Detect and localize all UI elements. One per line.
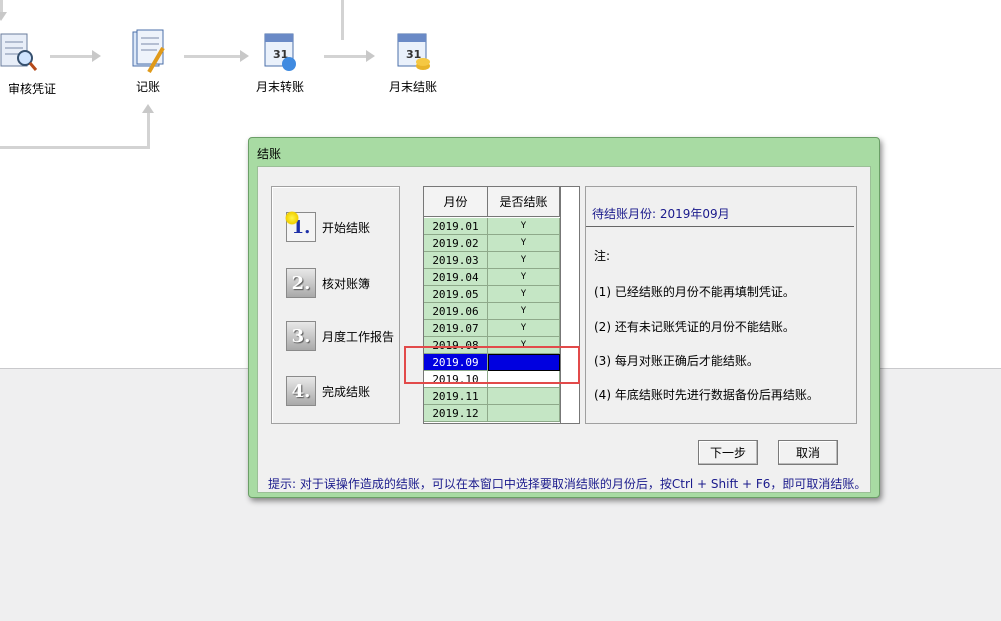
notes-panel: 待结账月份: 2019年09月 注: (1) 已经结账的月份不能再填制凭证。 (… (585, 186, 857, 424)
flow-node-label: 月末结账 (388, 80, 437, 94)
column-header-closed: 是否结账 (488, 187, 560, 217)
table-row[interactable]: 2019.03 Y (424, 252, 560, 269)
table-row[interactable]: 2019.06 Y (424, 303, 560, 320)
flow-arrow (92, 50, 101, 62)
step-number-icon: 4. (286, 376, 316, 406)
table-row[interactable]: 2019.05 Y (424, 286, 560, 303)
step-label: 完成结账 (322, 384, 371, 399)
step-check-ledgers: 2. 核对账簿 (286, 267, 370, 299)
audit-voucher-icon (0, 30, 39, 76)
table-row[interactable]: 2019.02 Y (424, 235, 560, 252)
note-item: (4) 年底结账时先进行数据备份后再结账。 (594, 388, 819, 402)
step-label: 核对账簿 (322, 276, 371, 291)
closed-status-cell (488, 405, 560, 422)
month-cell: 2019.12 (424, 405, 488, 422)
notes-title: 注: (594, 249, 611, 263)
note-item: (1) 已经结账的月份不能再填制凭证。 (594, 285, 795, 299)
closed-status-cell: Y (488, 252, 560, 269)
flow-arrow (142, 104, 154, 113)
calendar-transfer-icon: 31 (259, 28, 301, 74)
table-header: 月份 是否结账 (424, 187, 560, 217)
cancel-button[interactable]: 取消 (778, 440, 838, 465)
flow-connector (0, 0, 3, 12)
flow-connector (147, 112, 150, 149)
column-header-month: 月份 (424, 187, 488, 217)
month-cell: 2019.06 (424, 303, 488, 320)
note-item: (2) 还有未记账凭证的月份不能结账。 (594, 320, 795, 334)
steps-panel: 1. 开始结账 2. 核对账簿 3. 月度工作报告 4. 完成结账 (271, 186, 400, 424)
dialog-body: 1. 开始结账 2. 核对账簿 3. 月度工作报告 4. 完成结账 月份 是否结… (257, 166, 871, 493)
flow-connector (184, 55, 240, 58)
close-period-dialog: 结账 1. 开始结账 2. 核对账簿 3. 月度工作报告 4. 完成结账 月份 (248, 137, 880, 498)
month-status-table: 月份 是否结账 2019.01 Y 2019.02 Y 2019.03 Y 2019.04 Y… (423, 186, 580, 424)
step-finish-closing: 4. 完成结账 (286, 375, 370, 407)
flow-arrow (0, 12, 7, 21)
step-monthly-report: 3. 月度工作报告 (286, 320, 394, 352)
closed-status-cell: Y (488, 286, 560, 303)
post-ledger-icon (127, 28, 169, 74)
closed-status-cell: Y (488, 235, 560, 252)
flow-node-audit[interactable]: 审核凭证 (0, 30, 58, 97)
flow-node-label: 审核凭证 (7, 82, 56, 96)
month-cell: 2019.03 (424, 252, 488, 269)
step-label: 开始结账 (322, 220, 371, 235)
highlight-annotation-box (404, 346, 580, 384)
month-cell: 2019.11 (424, 388, 488, 405)
step-number-icon: 2. (286, 268, 316, 298)
month-cell: 2019.02 (424, 235, 488, 252)
closed-status-cell: Y (488, 218, 560, 235)
flow-node-label: 月末转账 (255, 80, 304, 94)
hint-text: 提示: 对于误操作造成的结账，可以在本窗口中选择要取消结账的月份后，按Ctrl … (268, 477, 867, 491)
flow-node-label: 记账 (135, 80, 160, 94)
flow-node-transfer[interactable]: 31 月末转账 (240, 28, 320, 95)
closed-status-cell (488, 388, 560, 405)
month-cell: 2019.04 (424, 269, 488, 286)
table-row[interactable]: 2019.12 (424, 405, 560, 422)
table-row[interactable]: 2019.01 Y (424, 218, 560, 235)
notes-divider (586, 226, 854, 227)
calendar-close-icon: 31 (392, 28, 434, 74)
flow-node-close[interactable]: 31 月末结账 (373, 28, 453, 95)
step-label: 月度工作报告 (322, 329, 395, 344)
month-cell: 2019.05 (424, 286, 488, 303)
pending-month-label: 待结账月份: 2019年09月 (592, 207, 730, 221)
note-item: (3) 每月对账正确后才能结账。 (594, 354, 759, 368)
closed-status-cell: Y (488, 269, 560, 286)
dialog-title: 结账 (257, 147, 282, 161)
step-number-icon: 1. (285, 211, 316, 242)
month-cell: 2019.07 (424, 320, 488, 337)
table-row[interactable]: 2019.11 (424, 388, 560, 405)
flow-connector (0, 146, 150, 149)
next-step-button[interactable]: 下一步 (698, 440, 758, 465)
table-rows: 2019.01 Y 2019.02 Y 2019.03 Y 2019.04 Y 2019.05 Y… (424, 218, 560, 422)
flow-connector (341, 0, 344, 40)
flow-connector (324, 55, 366, 58)
step-number-icon: 3. (286, 321, 316, 351)
flow-node-post[interactable]: 记账 (108, 28, 188, 95)
step-start-closing: 1. 开始结账 (285, 211, 371, 243)
closed-status-cell: Y (488, 303, 560, 320)
table-row[interactable]: 2019.07 Y (424, 320, 560, 337)
closed-status-cell: Y (488, 320, 560, 337)
table-row[interactable]: 2019.04 Y (424, 269, 560, 286)
table-divider (560, 187, 561, 423)
month-cell: 2019.01 (424, 218, 488, 235)
